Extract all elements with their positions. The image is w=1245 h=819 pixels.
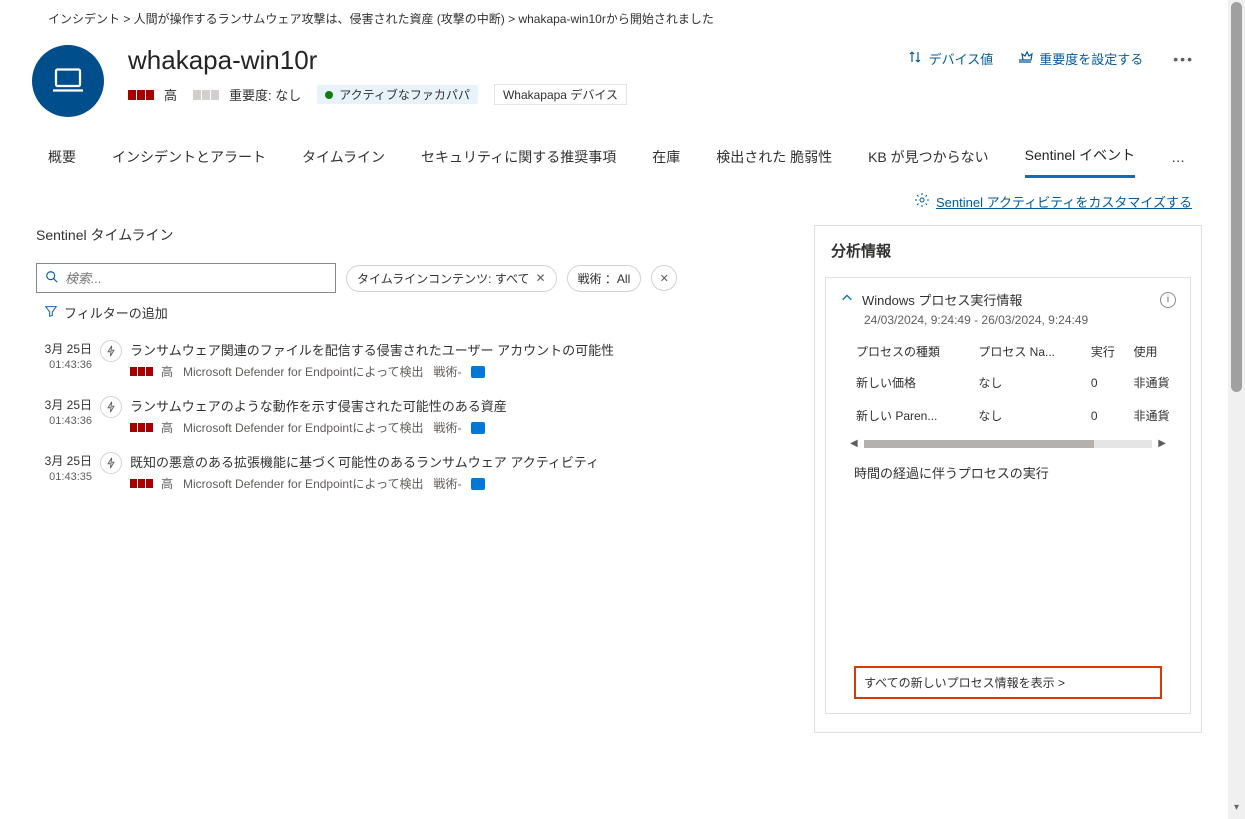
more-actions-button[interactable]: ••• xyxy=(1167,51,1200,67)
product-chip-icon xyxy=(471,478,485,490)
filter-contents-pill[interactable]: タイムラインコンテンツ: すべて✕ xyxy=(346,265,557,292)
alert-meta: 高 Microsoft Defender for Endpointによって検出 … xyxy=(130,475,790,492)
breadcrumb[interactable]: インシデント > 人間が操作するランサムウェア攻撃は、侵害された資産 (攻撃の中… xyxy=(0,0,1220,33)
product-chip-icon xyxy=(471,366,485,378)
date-range: 24/03/2024, 9:24:49 - 26/03/2024, 9:24:4… xyxy=(840,309,1176,337)
alert-title: 既知の悪意のある拡張機能に基づく可能性のあるランサムウェア アクティビティ xyxy=(130,452,790,471)
timeline-timestamp: 3月 25日01:43:35 xyxy=(36,452,92,483)
customize-activities-link[interactable]: Sentinel アクティビティをカスタマイズする xyxy=(914,192,1192,211)
insights-card: Windows プロセス実行情報 i 24/03/2024, 9:24:49 -… xyxy=(825,277,1191,714)
timeline-timestamp: 3月 25日01:43:36 xyxy=(36,396,92,427)
filter-icon xyxy=(44,304,58,321)
table-row: 新しい Paren...なし0非通貨 xyxy=(852,399,1188,432)
insights-panel: 分析情報 Windows プロセス実行情報 i 24/03/2024, 9:24… xyxy=(814,225,1202,733)
bolt-icon xyxy=(100,340,122,362)
info-icon[interactable]: i xyxy=(1160,292,1176,308)
chart-section-title: 時間の経過に伴うプロセスの実行 xyxy=(840,459,1176,486)
close-icon[interactable]: ✕ xyxy=(536,271,546,285)
tab-sentinel-events[interactable]: Sentinel イベント xyxy=(1025,145,1135,178)
insights-title: 分析情報 xyxy=(815,240,1201,271)
tab-vulnerabilities[interactable]: 検出された 脆弱性 xyxy=(716,147,832,177)
search-icon xyxy=(45,270,59,287)
sort-icon xyxy=(907,49,923,68)
filter-tactics-pill[interactable]: 戦術 ：All xyxy=(567,265,642,292)
timeline-list: 3月 25日01:43:36 ランサムウェア関連のファイルを配信する侵害されたユ… xyxy=(36,340,790,492)
tab-timeline[interactable]: タイムライン xyxy=(302,147,385,177)
table-row: 新しい価格なし0非通貨 xyxy=(852,366,1188,399)
add-filter-button[interactable]: フィルターの追加 xyxy=(36,303,168,322)
device-title: whakapa-win10r xyxy=(128,45,907,76)
timeline-item[interactable]: 3月 25日01:43:36 ランサムウェア関連のファイルを配信する侵害されたユ… xyxy=(36,340,790,380)
tab-overview[interactable]: 概要 xyxy=(48,147,76,177)
laptop-icon xyxy=(50,62,86,101)
bolt-icon xyxy=(100,452,122,474)
set-importance-button[interactable]: 重要度を設定する xyxy=(1017,49,1143,68)
alert-meta: 高 Microsoft Defender for Endpointによって検出 … xyxy=(130,419,790,436)
clear-filter-button[interactable]: ✕ xyxy=(651,265,677,291)
importance-indicator: 重要度: なし xyxy=(193,85,301,104)
tabs-bar: 概要 インシデントとアラート タイムライン セキュリティに関する推奨事項 在庫 … xyxy=(0,117,1220,178)
product-chip-icon xyxy=(471,422,485,434)
active-status-pill: アクティブなファカパパ xyxy=(317,85,478,104)
arrow-left-icon[interactable]: ◀ xyxy=(850,438,858,449)
timeline-item[interactable]: 3月 25日01:43:36 ランサムウェアのような動作を示す侵害された可能性の… xyxy=(36,396,790,436)
show-all-processes-button[interactable]: すべての新しいプロセス情報を表示 > xyxy=(854,666,1162,699)
severity-indicator: 高 xyxy=(128,85,177,104)
gear-icon xyxy=(914,192,930,211)
timeline-item[interactable]: 3月 25日01:43:35 既知の悪意のある拡張機能に基づく可能性のあるランサ… xyxy=(36,452,790,492)
timeline-timestamp: 3月 25日01:43:36 xyxy=(36,340,92,371)
tab-inventory[interactable]: 在庫 xyxy=(652,147,680,177)
card-title: Windows プロセス実行情報 xyxy=(862,290,1152,309)
process-table: プロセスの種類 プロセス Na... 実行 使用 新しい価格なし0非通貨新しい … xyxy=(852,337,1188,432)
search-input[interactable] xyxy=(36,263,336,293)
horizontal-scrollbar[interactable]: ◀ ▶ xyxy=(840,438,1176,449)
device-group-pill: Whakapapa デバイス xyxy=(494,84,627,105)
crown-icon xyxy=(1017,49,1033,68)
alert-title: ランサムウェアのような動作を示す侵害された可能性のある資産 xyxy=(130,396,790,415)
tab-missing-kb[interactable]: KB が見つからない xyxy=(868,147,989,177)
scrollbar-thumb[interactable] xyxy=(1231,2,1242,392)
timeline-title: Sentinel タイムライン xyxy=(36,225,790,245)
vertical-scrollbar[interactable]: ▴ ▾ xyxy=(1228,0,1245,819)
alert-meta: 高 Microsoft Defender for Endpointによって検出 … xyxy=(130,363,790,380)
chevron-up-icon[interactable] xyxy=(840,291,854,308)
device-value-button[interactable]: デバイス値 xyxy=(907,49,994,68)
bolt-icon xyxy=(100,396,122,418)
tab-security-recommendations[interactable]: セキュリティに関する推奨事項 xyxy=(421,147,616,177)
alert-title: ランサムウェア関連のファイルを配信する侵害されたユーザー アカウントの可能性 xyxy=(130,340,790,359)
arrow-right-icon[interactable]: ▶ xyxy=(1158,438,1166,449)
tab-incidents-alerts[interactable]: インシデントとアラート xyxy=(112,147,266,177)
tab-more[interactable]: … xyxy=(1171,149,1185,175)
device-badge xyxy=(32,45,104,117)
arrow-down-icon[interactable]: ▾ xyxy=(1228,802,1245,819)
device-header: whakapa-win10r 高 重要度: なし アクティブなファカパパ Wha… xyxy=(0,33,1220,117)
